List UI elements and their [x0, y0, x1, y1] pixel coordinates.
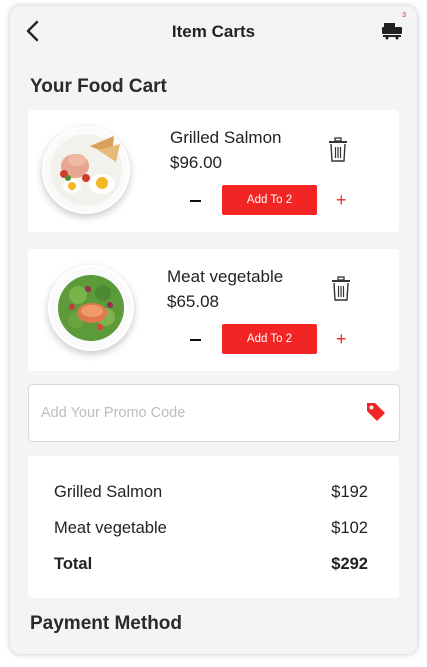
item-name: Meat vegetable [167, 267, 284, 286]
cart-count-badge: 3 [402, 12, 406, 19]
trash-icon [329, 137, 347, 162]
cart-item-card: Meat vegetable $65.08 Add To 2 + [28, 249, 399, 371]
cart-item-card: Grilled Salmon $96.00 Add To 2 + [28, 110, 399, 232]
top-bar: Item Carts 3 [10, 6, 417, 58]
summary-total-row: Total $292 [54, 555, 368, 574]
increase-quantity-button[interactable]: + [336, 330, 347, 348]
cart-icon [382, 23, 402, 40]
decrease-quantity-button[interactable] [189, 333, 203, 347]
summary-row: Meat vegetable $102 [54, 519, 368, 538]
page-title: Item Carts [171, 22, 256, 41]
total-value: $292 [331, 555, 368, 573]
item-price: $65.08 [167, 292, 219, 311]
summary-value: $192 [331, 483, 368, 501]
summary-value: $102 [331, 519, 368, 537]
promo-code-input[interactable] [39, 399, 343, 427]
delete-button[interactable] [331, 276, 351, 302]
tag-icon [367, 403, 385, 421]
delete-button[interactable] [328, 137, 348, 163]
app-screen: Item Carts 3 Your Food Cart Grilled Salm… [10, 6, 417, 654]
summary-label: Meat vegetable [54, 519, 167, 537]
decrease-quantity-button[interactable] [189, 194, 203, 208]
apply-promo-button[interactable] [365, 401, 387, 423]
summary-row: Grilled Salmon $192 [54, 483, 368, 502]
food-image-icon [50, 267, 132, 349]
plus-icon: + [336, 190, 347, 210]
promo-code-field [28, 384, 400, 442]
food-image-salad [48, 265, 134, 351]
item-name: Grilled Salmon [170, 128, 282, 147]
item-price: $96.00 [170, 153, 222, 172]
cart-section-title: Your Food Cart [30, 76, 167, 97]
order-summary: Grilled Salmon $192 Meat vegetable $102 … [28, 456, 399, 598]
payment-method-title: Payment Method [30, 613, 183, 634]
summary-label: Grilled Salmon [54, 483, 163, 501]
plus-icon: + [336, 329, 347, 349]
add-to-cart-button[interactable]: Add To 2 [222, 185, 317, 215]
food-image-salmon [42, 126, 130, 214]
increase-quantity-button[interactable]: + [336, 191, 347, 209]
food-image-icon [44, 128, 128, 212]
total-label: Total [54, 555, 93, 573]
cart-button[interactable]: 3 [381, 12, 406, 40]
add-to-cart-button[interactable]: Add To 2 [222, 324, 317, 354]
trash-icon [332, 276, 350, 301]
